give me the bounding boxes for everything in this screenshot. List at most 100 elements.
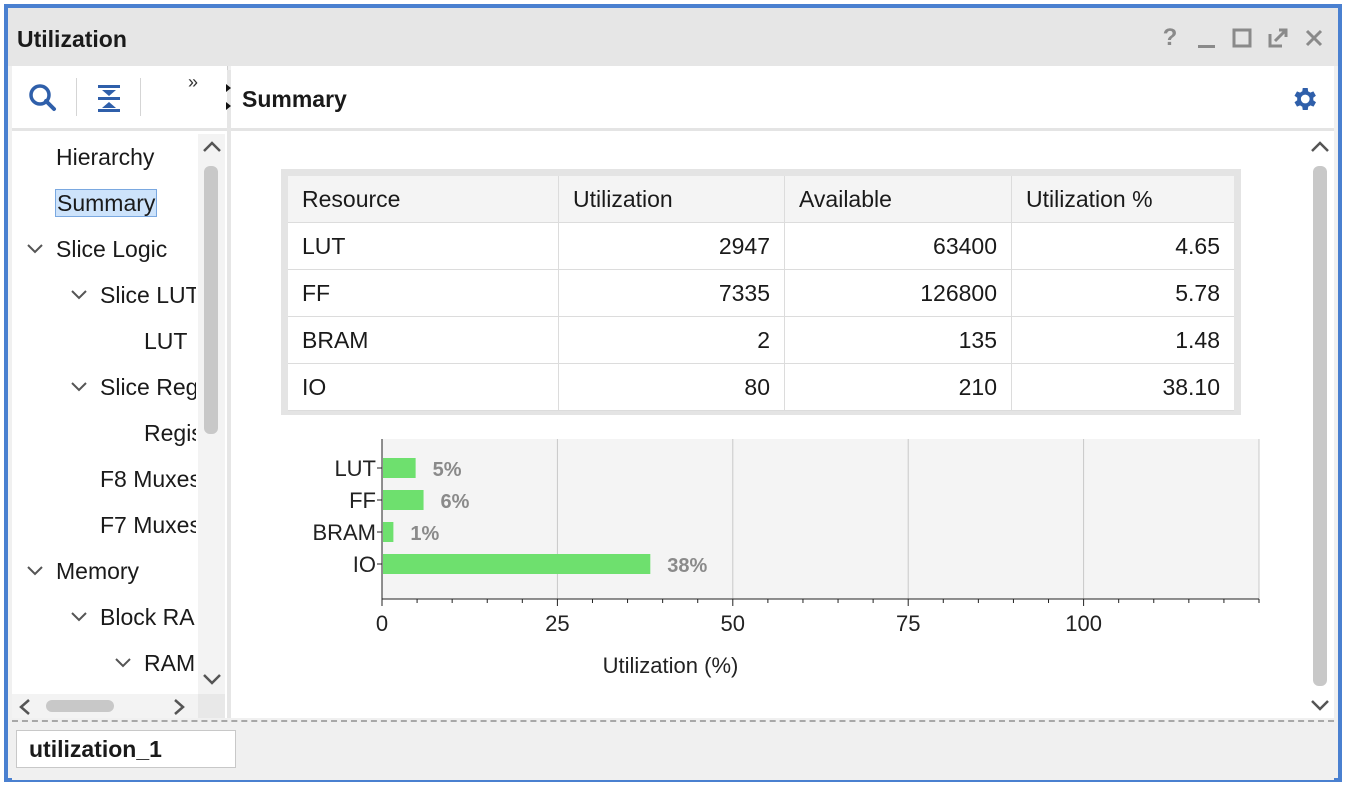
column-header-available[interactable]: Available xyxy=(784,176,1012,223)
resource-tree: Hierarchy Summary Slice Logic Slice LUTs… xyxy=(12,131,196,693)
window-title: Utilization xyxy=(17,26,127,52)
title-bar: Utilization ? xyxy=(8,8,1338,66)
cell-utilization: 2 xyxy=(558,316,785,364)
scroll-down-icon[interactable] xyxy=(1310,698,1330,712)
cell-utilization-percent: 38.10 xyxy=(1011,363,1234,411)
tree-item-label: Slice Logic xyxy=(56,236,168,262)
summary-content: Resource Utilization Available Utilizati… xyxy=(231,131,1306,718)
y-tick-label: IO xyxy=(353,552,376,577)
cell-available: 126800 xyxy=(784,269,1012,317)
table-row[interactable]: FF 7335 126800 5.78 xyxy=(288,269,1234,317)
table-row[interactable]: BRAM 2 135 1.48 xyxy=(288,316,1234,364)
float-icon[interactable] xyxy=(1264,24,1292,52)
scrollbar-thumb[interactable] xyxy=(46,700,114,712)
scrollbar-thumb[interactable] xyxy=(1313,166,1327,686)
tab-utilization-1[interactable]: utilization_1 xyxy=(16,730,236,768)
column-header-utilization[interactable]: Utilization xyxy=(558,176,785,223)
tree-item-label: Register xyxy=(144,420,196,446)
summary-toolbar: Summary xyxy=(231,66,1334,131)
utilization-table: Resource Utilization Available Utilizati… xyxy=(288,176,1234,411)
x-tick-label: 25 xyxy=(545,611,569,636)
tree-item-block-ram[interactable]: Block RAM xyxy=(70,597,196,637)
tree-horizontal-scrollbar[interactable] xyxy=(12,694,198,718)
chevron-down-icon[interactable] xyxy=(26,562,44,580)
column-header-resource[interactable]: Resource xyxy=(288,176,559,223)
chevron-down-icon[interactable] xyxy=(70,608,88,626)
tree-item-memory[interactable]: Memory xyxy=(26,551,139,591)
bar-data-label: 1% xyxy=(410,523,439,545)
minimize-icon[interactable] xyxy=(1192,24,1220,52)
table-row[interactable]: IO 80 210 38.10 xyxy=(288,363,1234,411)
left-navigation-pane: » Hierarchy Summary Slice Logic Slice LU… xyxy=(12,66,228,718)
cell-utilization: 80 xyxy=(558,363,785,411)
chevron-down-icon[interactable] xyxy=(114,654,132,672)
cell-utilization-percent: 1.48 xyxy=(1011,316,1234,364)
x-tick-label: 50 xyxy=(721,611,745,636)
chevron-down-icon[interactable] xyxy=(26,240,44,258)
cell-utilization: 7335 xyxy=(558,269,785,317)
utilization-table-frame: Resource Utilization Available Utilizati… xyxy=(281,169,1241,415)
help-icon[interactable]: ? xyxy=(1156,24,1184,52)
tree-item-ram[interactable]: RAM xyxy=(114,643,195,683)
scroll-right-icon[interactable] xyxy=(172,698,186,716)
y-tick-label: LUT xyxy=(334,456,376,481)
tree-item-summary[interactable]: Summary xyxy=(55,183,158,223)
chevron-down-icon[interactable] xyxy=(70,286,88,304)
tree-item-slice-registers[interactable]: Slice Registers xyxy=(70,367,196,407)
summary-vertical-scrollbar[interactable] xyxy=(1306,134,1334,718)
bar-data-label: 5% xyxy=(433,459,462,481)
scroll-down-icon[interactable] xyxy=(202,672,222,686)
close-icon[interactable] xyxy=(1300,24,1328,52)
scroll-up-icon[interactable] xyxy=(1310,140,1330,154)
column-header-utilization-percent[interactable]: Utilization % xyxy=(1011,176,1234,223)
scroll-left-icon[interactable] xyxy=(18,698,32,716)
collapse-all-icon[interactable] xyxy=(94,82,126,114)
utilization-bar-chart: 0 25 50 75 100 Utilization (%) LUT 5% FF 6% BRAM 1%… xyxy=(312,439,1260,678)
utilization-chart: 0 25 50 75 100 Utilization (%) LUT 5% FF 6% BRAM 1%… xyxy=(231,431,1306,701)
tree-item-label: RAM xyxy=(144,650,196,676)
tree-item-lut[interactable]: LUT xyxy=(144,321,187,361)
tree-item-label: Memory xyxy=(56,558,140,584)
y-tick-label: BRAM xyxy=(312,520,376,545)
left-toolbar: » xyxy=(12,66,227,131)
cell-resource: IO xyxy=(288,363,559,411)
bar-ff xyxy=(383,490,424,510)
cell-resource: FF xyxy=(288,269,559,317)
bar-data-label: 6% xyxy=(441,491,470,513)
tree-item-f7-muxes[interactable]: F7 Muxes xyxy=(100,505,196,545)
maximize-icon[interactable] xyxy=(1228,24,1256,52)
bar-data-label: 38% xyxy=(667,555,707,577)
cell-utilization: 2947 xyxy=(558,222,785,270)
scrollbar-corner xyxy=(198,694,225,718)
cell-resource: LUT xyxy=(288,222,559,270)
toolbar-separator xyxy=(140,78,141,116)
tree-item-label: Summary xyxy=(55,189,158,217)
cell-resource: BRAM xyxy=(288,316,559,364)
cell-utilization-percent: 5.78 xyxy=(1011,269,1234,317)
tree-item-register[interactable]: Register xyxy=(144,413,196,453)
gear-icon[interactable] xyxy=(1289,84,1319,114)
tree-item-hierarchy[interactable]: Hierarchy xyxy=(56,137,154,177)
scroll-up-icon[interactable] xyxy=(202,140,222,154)
scrollbar-thumb[interactable] xyxy=(204,166,218,434)
utilization-window: Utilization ? » Hierarchy Summary Slice … xyxy=(4,4,1342,782)
cell-utilization-percent: 4.65 xyxy=(1011,222,1234,270)
bar-lut xyxy=(383,458,416,478)
tree-vertical-scrollbar[interactable] xyxy=(198,134,225,694)
search-icon[interactable] xyxy=(27,82,59,114)
table-row[interactable]: LUT 2947 63400 4.65 xyxy=(288,222,1234,270)
chevron-down-icon[interactable] xyxy=(70,378,88,396)
tree-item-slice-luts[interactable]: Slice LUTs xyxy=(70,275,196,315)
expand-panel-icon[interactable]: » xyxy=(188,72,208,92)
cell-available: 135 xyxy=(784,316,1012,364)
summary-heading: Summary xyxy=(242,86,347,112)
tree-item-label: Block RAM xyxy=(100,604,196,630)
summary-pane: Summary Resource Utilization Available U… xyxy=(231,66,1334,718)
x-tick-label: 75 xyxy=(896,611,920,636)
bar-bram xyxy=(383,522,394,542)
tree-item-label: Slice Registers xyxy=(100,374,196,400)
bar-io xyxy=(383,554,651,574)
tree-item-f8-muxes[interactable]: F8 Muxes xyxy=(100,459,196,499)
tree-item-slice-logic[interactable]: Slice Logic xyxy=(26,229,167,269)
cell-available: 63400 xyxy=(784,222,1012,270)
